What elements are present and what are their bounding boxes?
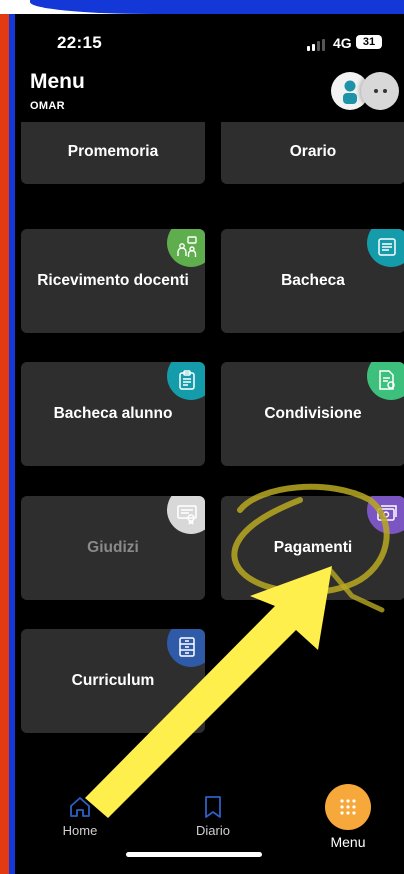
tile-label: Curriculum [71,672,155,689]
cabinet-icon [167,629,205,667]
more-options-button[interactable] [361,72,399,110]
user-name: OMAR [30,100,65,112]
phone-screen: 22:15 4G 31 Menu OMAR Promemoria Orario … [15,14,404,874]
tile-ricevimento-docenti[interactable]: Ricevimento docenti [21,229,205,333]
bookmark-icon [205,796,221,818]
dot-icon [373,89,378,93]
tile-pagamenti[interactable]: Pagamenti [221,496,404,600]
tile-curriculum[interactable]: Curriculum [21,629,205,733]
tile-label: Pagamenti [273,539,353,556]
tile-bacheca-alunno[interactable]: Bacheca alunno [21,362,205,466]
menu-grid[interactable]: Promemoria Orario Ricevimento docenti Ba… [15,122,404,742]
status-time: 22:15 [57,33,102,52]
nav-diario[interactable]: Diario [188,794,238,838]
home-icon [70,797,90,817]
network-type: 4G [333,35,352,51]
signal-icon [307,39,325,51]
tile-bacheca[interactable]: Bacheca [221,229,404,333]
tile-orario[interactable]: Orario [221,122,404,184]
page-title: Menu [30,70,85,93]
home-indicator [126,852,262,857]
nav-home-label: Home [62,823,98,838]
share-document-icon [367,362,404,400]
payment-icon [367,496,404,534]
tile-label: Condivisione [264,405,362,422]
tile-promemoria[interactable]: Promemoria [21,122,205,184]
tile-label: Giudizi [87,539,139,556]
tile-giudizi[interactable]: Giudizi [21,496,205,600]
frame-top-blue [30,0,404,14]
clipboard-icon [167,362,205,400]
frame-edge-red [0,0,9,874]
menu-grid-icon [325,784,371,830]
tile-label: Ricevimento docenti [37,272,189,289]
nav-diario-label: Diario [196,823,230,838]
tile-label: Bacheca alunno [53,405,173,422]
dot-icon [382,89,387,93]
tile-label: Orario [289,143,337,160]
nav-home[interactable]: Home [55,794,105,838]
tile-label: Promemoria [67,143,159,160]
battery-icon: 31 [356,35,382,49]
tile-label: Bacheca [281,272,345,289]
noticeboard-icon [367,229,404,267]
meeting-icon [167,229,205,267]
nav-menu[interactable]: Menu [315,784,381,850]
tile-condivisione[interactable]: Condivisione [221,362,404,466]
certificate-icon [167,496,205,534]
nav-menu-label: Menu [330,834,366,850]
